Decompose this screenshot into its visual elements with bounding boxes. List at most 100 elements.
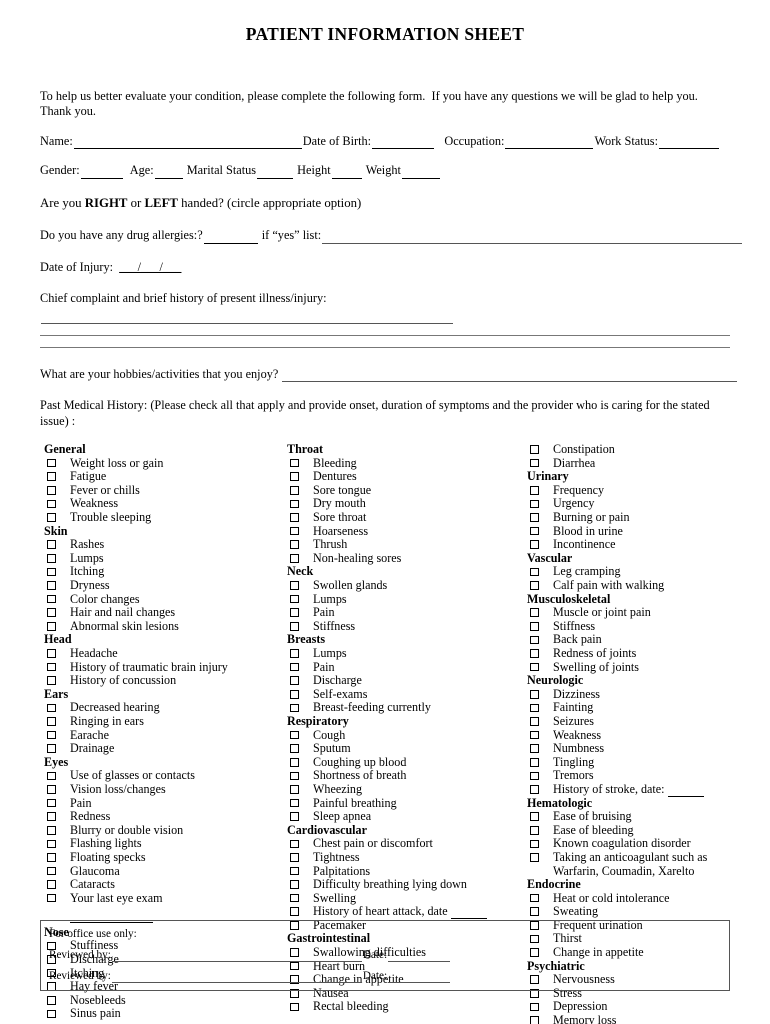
chief-complaint-input-line-2[interactable] (40, 334, 730, 336)
checkbox-ringing-in-ears[interactable] (47, 717, 56, 726)
checkbox-drainage[interactable] (47, 744, 56, 753)
checkbox-burning-or-pain[interactable] (530, 513, 539, 522)
checkbox-fatigue[interactable] (47, 472, 56, 482)
checklist-item[interactable]: Taking an anticoagulant such as Warfarin,… (525, 850, 770, 878)
checkbox-fever-or-chills[interactable] (47, 486, 56, 495)
checklist-item[interactable]: Seizures (525, 714, 770, 729)
checklist-item[interactable]: Palpitations (285, 864, 530, 879)
hobbies-input[interactable] (282, 370, 738, 383)
checklist-item[interactable]: Dizziness (525, 687, 770, 702)
checkbox-weakness[interactable] (47, 499, 56, 509)
checklist-item[interactable]: Weakness (42, 497, 277, 511)
checklist-item[interactable]: Earache (42, 728, 277, 743)
checklist-item[interactable]: Rashes (42, 537, 277, 552)
checkbox-fainting[interactable] (530, 703, 539, 713)
checklist-item[interactable]: Sore throat (285, 510, 530, 525)
checkbox-hoarseness[interactable] (290, 526, 299, 536)
gender-input[interactable] (80, 167, 123, 179)
checklist-item[interactable]: Dentures (285, 469, 530, 484)
checkbox-shortness-of-breath[interactable] (290, 771, 299, 781)
checkbox-abnormal-skin-lesions[interactable] (47, 622, 56, 631)
checklist-item[interactable]: Pain (285, 660, 530, 675)
checklist-item[interactable]: Fatigue (42, 469, 277, 484)
checkbox-frequency[interactable] (530, 486, 539, 495)
checklist-item[interactable]: Self-exams (285, 687, 530, 702)
checkbox-swollen-glands[interactable] (290, 581, 299, 590)
checkbox-back-pain[interactable] (530, 635, 539, 645)
checklist-item[interactable]: Headache (42, 646, 277, 661)
checklist-item[interactable]: Wheezing (285, 782, 530, 797)
checklist-item[interactable]: Abnormal skin lesions (42, 619, 277, 634)
checkbox-history-of-heart-attack-date[interactable] (290, 907, 299, 917)
checklist-item[interactable]: Ease of bruising (525, 809, 770, 824)
checkbox-pain[interactable] (290, 662, 299, 672)
allergies-list-input[interactable] (322, 231, 743, 244)
checklist-item[interactable]: Dry mouth (285, 497, 530, 511)
checkbox-painful-breathing[interactable] (290, 798, 299, 808)
checklist-item[interactable]: Weight loss or gain (42, 456, 277, 471)
checkbox-chest-pain-or-discomfort[interactable] (290, 839, 299, 849)
checklist-item[interactable]: Lumps (42, 551, 277, 566)
checkbox-known-coagulation-disorder[interactable] (530, 839, 539, 849)
checkbox-color-changes[interactable] (47, 594, 56, 604)
checklist-item[interactable]: Calf pain with walking (525, 578, 770, 593)
height-input[interactable] (331, 167, 362, 179)
checkbox-trouble-sleeping[interactable] (47, 513, 56, 522)
chief-complaint-input-line-1[interactable] (41, 311, 453, 324)
checklist-item[interactable]: Vision loss/changes (42, 782, 277, 797)
checkbox-redness[interactable] (47, 812, 56, 821)
checkbox-tingling[interactable] (530, 757, 539, 767)
checklist-item[interactable]: Pain (285, 605, 530, 620)
checklist-item[interactable]: History of concussion (42, 673, 277, 688)
checklist-item[interactable]: Tightness (285, 850, 530, 865)
checkbox-history-of-concussion[interactable] (47, 676, 56, 685)
checklist-item[interactable]: Tremors (525, 769, 770, 783)
dob-input[interactable] (372, 137, 435, 150)
checkbox-use-of-glasses-or-contacts[interactable] (47, 771, 56, 781)
checklist-item[interactable]: Incontinence (525, 537, 770, 552)
checklist-item[interactable]: Non-healing sores (285, 551, 530, 566)
checkbox-weight-loss-or-gain[interactable] (47, 458, 56, 468)
checklist-item[interactable]: Painful breathing (285, 796, 530, 811)
checkbox-history-of-stroke-date[interactable] (530, 785, 539, 794)
checklist-item[interactable]: Decreased hearing (42, 701, 277, 715)
checkbox-pain[interactable] (290, 608, 299, 618)
checkbox-flashing-lights[interactable] (47, 839, 56, 849)
checklist-item[interactable]: Redness (42, 809, 277, 824)
checkbox-stiffness[interactable] (530, 622, 539, 631)
checkbox-palpitations[interactable] (290, 866, 299, 876)
checklist-item[interactable]: Sputum (285, 741, 530, 756)
checkbox-lumps[interactable] (47, 554, 56, 563)
checkbox-seizures[interactable] (530, 717, 539, 726)
checklist-item[interactable]: Trouble sleeping (42, 510, 277, 525)
checklist-item[interactable]: Chest pain or discomfort (285, 837, 530, 851)
checkbox-sinus-pain[interactable] (47, 1009, 56, 1019)
checklist-item[interactable]: Thrush (285, 537, 530, 552)
name-input[interactable] (73, 137, 302, 150)
checkbox-breast-feeding-currently[interactable] (290, 703, 299, 713)
checkbox-leg-cramping[interactable] (530, 567, 539, 577)
checkbox-urgency[interactable] (530, 499, 539, 509)
checklist-item[interactable]: Stiffness (525, 619, 770, 634)
checklist-item[interactable]: Flashing lights (42, 837, 277, 851)
handedness-row[interactable]: Are you RIGHT or LEFT handed? (circle ap… (40, 195, 730, 212)
checklist-item[interactable]: Redness of joints (525, 646, 770, 661)
checklist-item[interactable]: Numbness (525, 741, 770, 756)
checkbox-non-healing-sores[interactable] (290, 554, 299, 563)
handedness-left-option[interactable]: LEFT (145, 196, 178, 210)
checkbox-weakness[interactable] (530, 730, 539, 740)
checklist-item[interactable]: Ringing in ears (42, 714, 277, 729)
checkbox-decreased-hearing[interactable] (47, 703, 56, 713)
checkbox-pain[interactable] (47, 798, 56, 808)
checklist-item[interactable]: Sleep apnea (285, 809, 530, 824)
checklist-item[interactable]: Urgency (525, 497, 770, 511)
checklist-item[interactable]: Discharge (285, 673, 530, 688)
checkbox-self-exams[interactable] (290, 689, 299, 699)
checklist-item[interactable]: Stiffness (285, 619, 530, 634)
checkbox-stiffness[interactable] (290, 622, 299, 631)
checkbox-depression[interactable] (530, 1002, 539, 1012)
checklist-item[interactable]: Burning or pain (525, 510, 770, 525)
checklist-item[interactable]: Shortness of breath (285, 769, 530, 783)
checklist-item[interactable]: Breast-feeding currently (285, 701, 530, 715)
checklist-item[interactable]: Swelling (285, 891, 530, 906)
